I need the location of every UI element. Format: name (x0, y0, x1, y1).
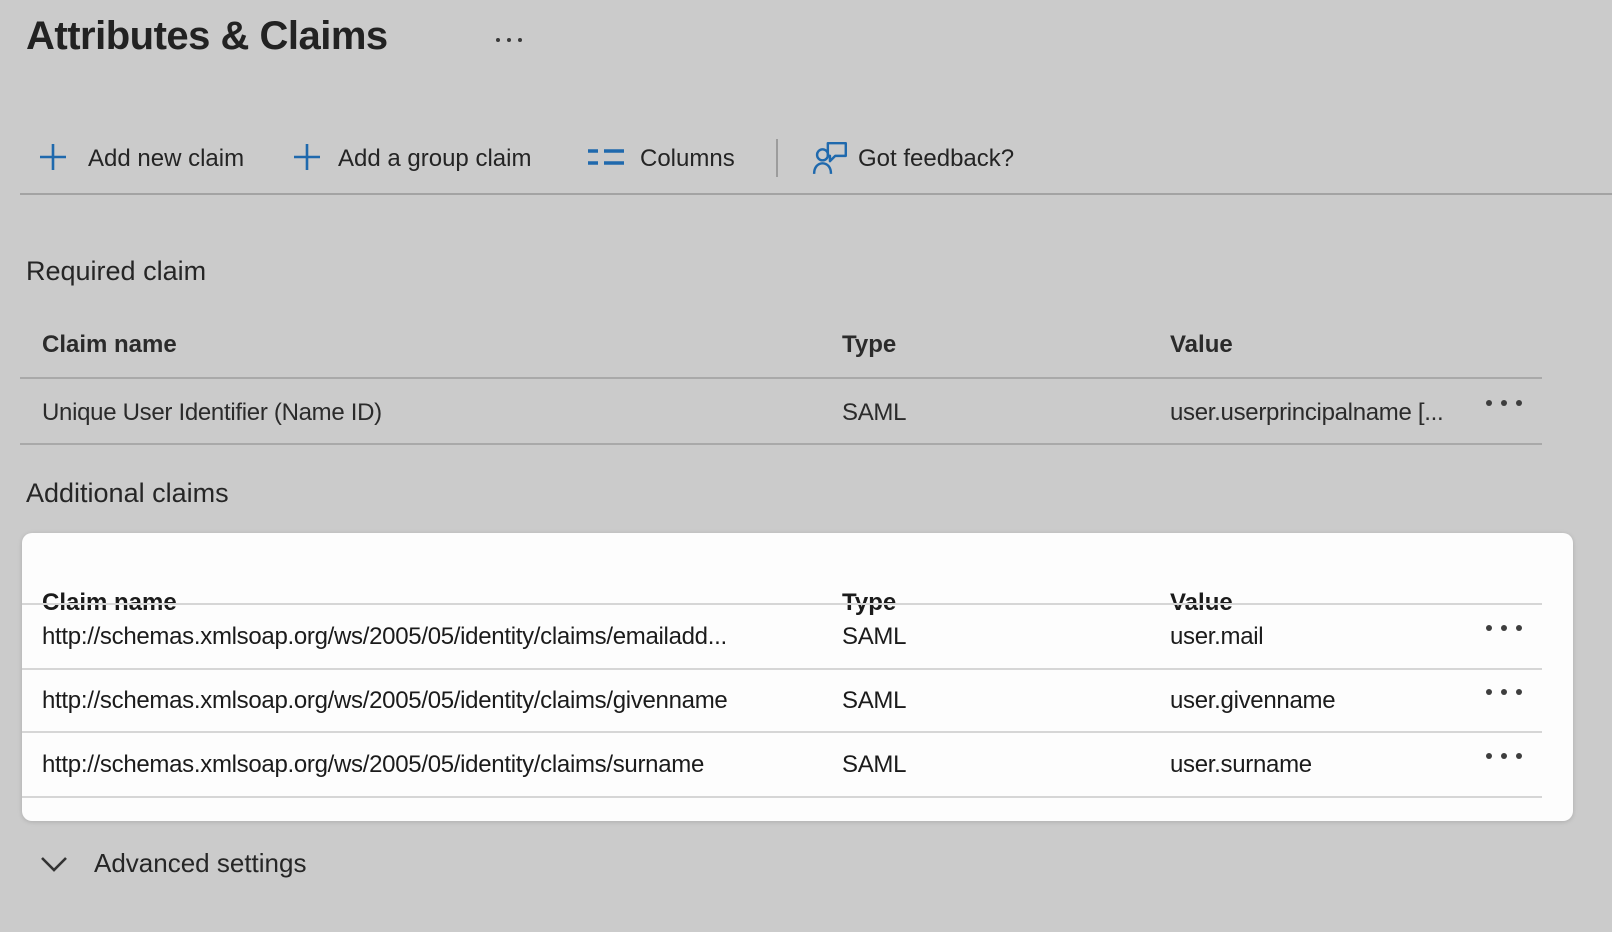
more-options-icon (496, 38, 500, 42)
title-more-button[interactable] (492, 34, 526, 46)
cell-claim-name: http://schemas.xmlsoap.org/ws/2005/05/id… (42, 687, 827, 715)
chevron-down-icon (40, 856, 68, 872)
cell-type: SAML (842, 687, 906, 715)
table-row[interactable]: http://schemas.xmlsoap.org/ws/2005/05/id… (22, 733, 1573, 794)
row-more-button[interactable] (1484, 683, 1524, 701)
row-divider (22, 796, 1542, 798)
ellipsis-icon (1486, 400, 1492, 406)
column-header-value: Value (1170, 331, 1233, 359)
feedback-person-icon[interactable] (812, 139, 850, 182)
cell-claim-name: http://schemas.xmlsoap.org/ws/2005/05/id… (42, 623, 827, 651)
table-row[interactable]: http://schemas.xmlsoap.org/ws/2005/05/id… (22, 670, 1573, 729)
row-more-button[interactable] (1484, 747, 1524, 765)
columns-icon[interactable] (586, 146, 626, 175)
ellipsis-icon (1486, 753, 1492, 759)
table-row[interactable]: http://schemas.xmlsoap.org/ws/2005/05/id… (22, 605, 1573, 666)
column-header-type: Type (842, 331, 896, 359)
row-more-button[interactable] (1484, 619, 1524, 637)
column-header-claim-name: Claim name (42, 331, 177, 359)
columns-button[interactable]: Columns (640, 145, 735, 173)
row-more-button[interactable] (1484, 394, 1524, 412)
cell-type: SAML (842, 751, 906, 779)
attributes-claims-page: Attributes & Claims Add new claim Add a … (0, 0, 1612, 932)
cell-value: user.surname (1170, 751, 1312, 779)
table-row[interactable]: Unique User Identifier (Name ID) SAML us… (20, 379, 1573, 443)
required-claim-heading: Required claim (26, 256, 206, 287)
advanced-settings-toggle[interactable]: Advanced settings (40, 848, 306, 879)
plus-icon[interactable] (292, 142, 322, 177)
plus-icon[interactable] (38, 142, 68, 177)
cell-claim-name: Unique User Identifier (Name ID) (42, 399, 802, 427)
cell-value: user.givenname (1170, 687, 1335, 715)
got-feedback-button[interactable]: Got feedback? (858, 145, 1014, 173)
cell-value: user.mail (1170, 623, 1263, 651)
cell-claim-name: http://schemas.xmlsoap.org/ws/2005/05/id… (42, 751, 827, 779)
ellipsis-icon (1486, 689, 1492, 695)
cell-type: SAML (842, 623, 906, 651)
cell-type: SAML (842, 399, 906, 427)
row-divider (20, 443, 1542, 445)
advanced-settings-label: Advanced settings (94, 848, 306, 879)
ellipsis-icon (1486, 625, 1492, 631)
additional-claims-heading: Additional claims (26, 478, 229, 509)
toolbar-underline (20, 193, 1612, 195)
add-new-claim-button[interactable]: Add new claim (88, 145, 244, 173)
add-group-claim-button[interactable]: Add a group claim (338, 145, 531, 173)
additional-claims-card: Claim name Type Value http://schemas.xml… (22, 533, 1573, 821)
toolbar-divider (776, 139, 778, 177)
page-title: Attributes & Claims (26, 14, 388, 59)
cell-value: user.userprincipalname [... (1170, 399, 1480, 427)
